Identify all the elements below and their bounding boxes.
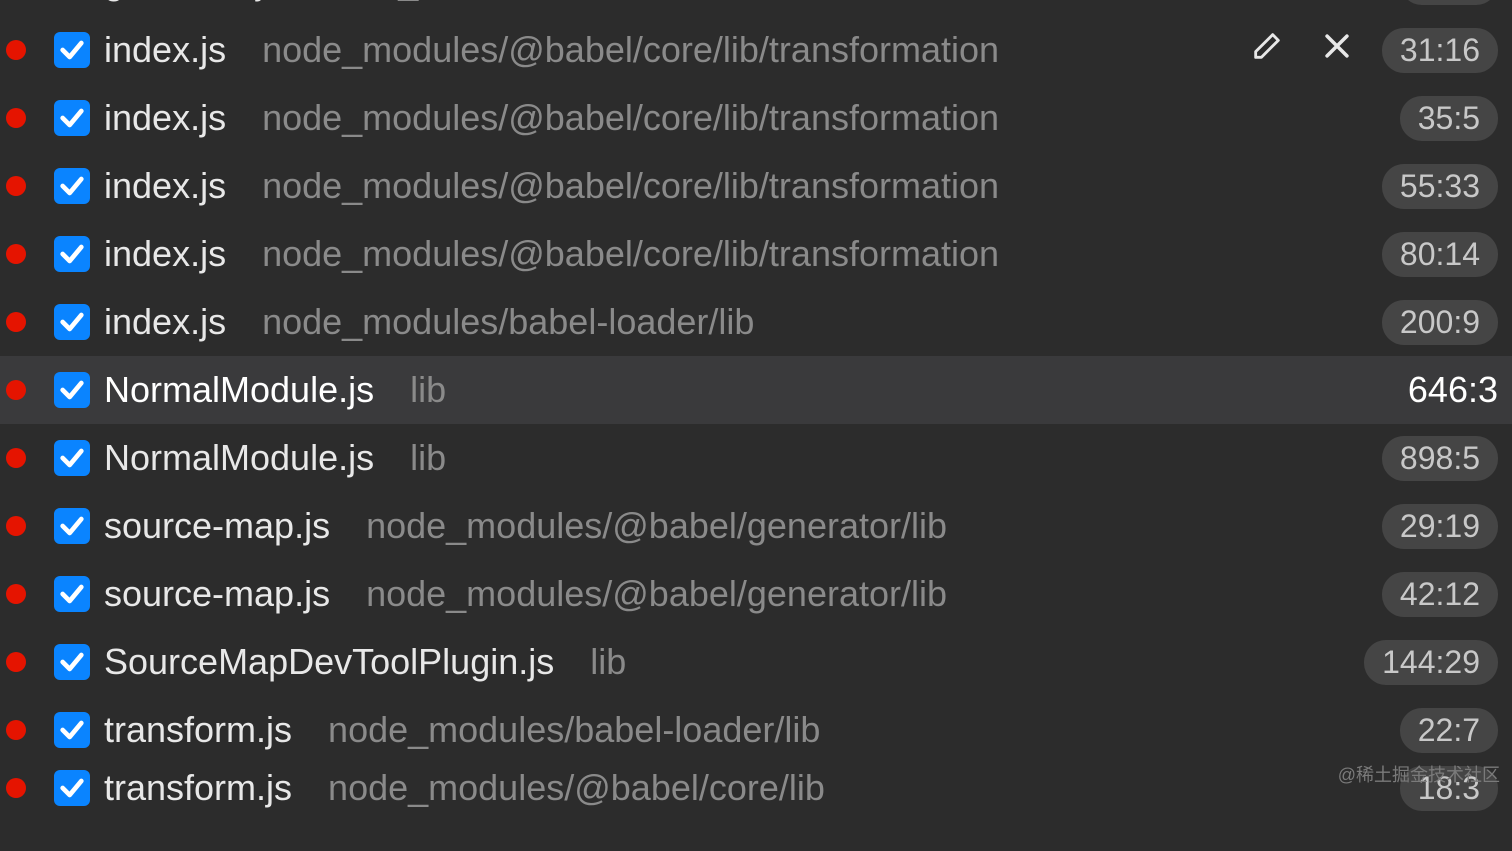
breakpoint-path: node_modules/@babel/core/lib [328,767,1400,809]
breakpoint-filename: SourceMapDevToolPlugin.js [104,641,554,683]
breakpoint-path: node_modules/@babel/core/lib/transformat… [318,0,1400,3]
breakpoint-checkbox[interactable] [54,100,90,136]
breakpoint-line-badge: 80:14 [1382,232,1498,277]
breakpoint-row[interactable]: index.js node_modules/babel-loader/lib200… [0,288,1512,356]
breakpoint-checkbox[interactable] [54,644,90,680]
breakpoint-filename: generate.js [104,0,282,3]
breakpoint-filename: NormalModule.js [104,369,374,411]
breakpoint-filename: index.js [104,97,226,139]
breakpoint-checkbox[interactable] [54,304,90,340]
breakpoint-row[interactable]: SourceMapDevToolPlugin.js lib144:29 [0,628,1512,696]
breakpoint-path: node_modules/@babel/core/lib/transformat… [262,97,1400,139]
breakpoint-line-badge: 33:5 [1400,0,1498,5]
breakpoint-line-badge: 31:16 [1382,28,1498,73]
breakpoint-row[interactable]: NormalModule.js lib898:5 [0,424,1512,492]
breakpoint-checkbox[interactable] [54,440,90,476]
breakpoint-row[interactable]: index.js node_modules/@babel/core/lib/tra… [0,220,1512,288]
breakpoint-path: node_modules/@babel/core/lib/transformat… [262,233,1382,275]
breakpoint-line-badge: 200:9 [1382,300,1498,345]
breakpoint-checkbox[interactable] [54,32,90,68]
watermark-text: @稀土掘金技术社区 [1338,761,1500,787]
breakpoint-row[interactable]: source-map.js node_modules/@babel/generat… [0,560,1512,628]
breakpoint-checkbox[interactable] [54,576,90,612]
breakpoint-path: node_modules/babel-loader/lib [328,709,1400,751]
breakpoint-checkbox[interactable] [54,236,90,272]
breakpoint-filename: transform.js [104,767,292,809]
breakpoint-line-badge: 22:7 [1400,708,1498,753]
breakpoint-dot-icon[interactable] [6,40,26,60]
breakpoint-row[interactable]: transform.js node_modules/@babel/core/lib… [0,764,1512,812]
breakpoint-checkbox[interactable] [54,372,90,408]
breakpoint-row[interactable]: index.js node_modules/@babel/core/lib/tra… [0,152,1512,220]
breakpoint-checkbox[interactable] [54,508,90,544]
breakpoint-dot-icon[interactable] [6,652,26,672]
breakpoint-checkbox[interactable] [54,712,90,748]
row-actions [1250,29,1354,72]
breakpoint-row[interactable]: generate.js node_modules/@babel/core/lib/… [0,0,1512,16]
breakpoint-filename: index.js [104,29,226,71]
breakpoint-path: node_modules/@babel/generator/lib [366,573,1382,615]
breakpoint-line-badge: 29:19 [1382,504,1498,549]
breakpoint-line-badge: 35:5 [1400,96,1498,141]
breakpoint-row[interactable]: index.js node_modules/@babel/core/lib/tra… [0,84,1512,152]
breakpoint-row[interactable]: NormalModule.js lib646:3 [0,356,1512,424]
breakpoint-filename: source-map.js [104,573,330,615]
breakpoint-dot-icon[interactable] [6,448,26,468]
breakpoint-filename: NormalModule.js [104,437,374,479]
breakpoint-dot-icon[interactable] [6,584,26,604]
breakpoint-path: lib [410,437,1382,479]
breakpoint-dot-icon[interactable] [6,176,26,196]
breakpoint-path: node_modules/@babel/core/lib/transformat… [262,29,1230,71]
breakpoint-line-badge: 144:29 [1364,640,1498,685]
breakpoint-row[interactable]: source-map.js node_modules/@babel/generat… [0,492,1512,560]
breakpoint-row[interactable]: index.js node_modules/@babel/core/lib/tra… [0,16,1512,84]
breakpoint-filename: index.js [104,165,226,207]
breakpoint-dot-icon[interactable] [6,778,26,798]
breakpoint-dot-icon[interactable] [6,108,26,128]
breakpoint-checkbox[interactable] [54,770,90,806]
breakpoint-dot-icon[interactable] [6,244,26,264]
breakpoint-dot-icon[interactable] [6,380,26,400]
breakpoint-row[interactable]: transform.js node_modules/babel-loader/li… [0,696,1512,764]
breakpoint-filename: transform.js [104,709,292,751]
breakpoint-path: lib [590,641,1364,683]
edit-icon[interactable] [1250,29,1284,72]
breakpoints-list: generate.js node_modules/@babel/core/lib/… [0,0,1512,812]
breakpoint-line-badge: 55:33 [1382,164,1498,209]
breakpoint-dot-icon[interactable] [6,720,26,740]
breakpoint-line: 646:3 [1408,369,1498,411]
breakpoint-path: node_modules/@babel/core/lib/transformat… [262,165,1382,207]
breakpoint-checkbox[interactable] [54,168,90,204]
breakpoint-dot-icon[interactable] [6,516,26,536]
breakpoint-line-badge: 42:12 [1382,572,1498,617]
breakpoint-path: node_modules/babel-loader/lib [262,301,1382,343]
breakpoint-filename: index.js [104,301,226,343]
breakpoint-dot-icon[interactable] [6,312,26,332]
breakpoint-path: node_modules/@babel/generator/lib [366,505,1382,547]
breakpoint-path: lib [410,369,1408,411]
breakpoint-filename: source-map.js [104,505,330,547]
breakpoint-line-badge: 898:5 [1382,436,1498,481]
close-icon[interactable] [1320,29,1354,72]
breakpoint-filename: index.js [104,233,226,275]
